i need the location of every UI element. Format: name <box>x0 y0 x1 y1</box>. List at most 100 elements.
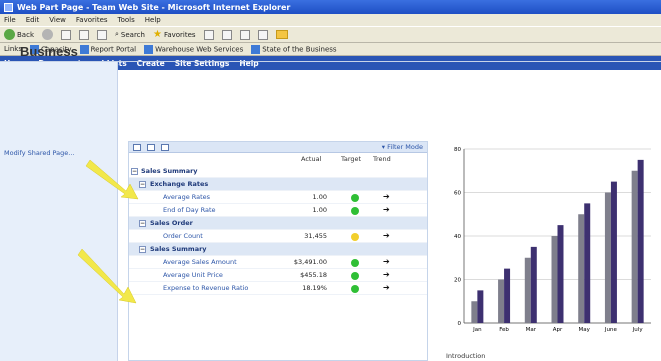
x-tick-label: Feb <box>499 327 509 333</box>
modify-shared-page-link[interactable]: Modify Shared Page... <box>4 149 75 157</box>
status-green-icon <box>351 194 359 202</box>
scorecard-webpart: ▾ Filter Mode Actual Target Trend − Sale… <box>128 141 428 361</box>
kpi-row[interactable]: Average Sales Amount $3,491.00 ➔ <box>129 256 427 269</box>
col-trend: Trend <box>373 155 391 163</box>
bar-july-series-1 <box>631 170 638 323</box>
group-sales-summary[interactable]: − Sales Summary <box>129 243 427 256</box>
kpi-row[interactable]: Average Unit Price $455.18 ➔ <box>129 269 427 282</box>
trend-arrow-icon: ➔ <box>383 283 390 292</box>
x-tick-label: July <box>632 327 644 333</box>
kpi-row[interactable]: Order Count 31,455 ➔ <box>129 230 427 243</box>
page-icon <box>251 44 261 54</box>
menu-tools[interactable]: Tools <box>118 16 135 24</box>
ie-app-icon <box>4 2 13 12</box>
left-nav-pane: Modify Shared Page... <box>0 62 118 361</box>
trend-arrow-icon: ➔ <box>383 205 390 214</box>
favorites-button[interactable]: ★ Favorites <box>153 29 196 40</box>
group-sales-order[interactable]: − Sales Order <box>129 217 427 230</box>
link-warehouse-web-services[interactable]: Warehouse Web Services <box>144 44 243 54</box>
trend-arrow-icon: ➔ <box>383 231 390 240</box>
bar-feb-series-2 <box>504 268 511 323</box>
bar-chart-svg: 0 20 40 60 80 Jan Feb Mar Apr May June July <box>454 147 651 333</box>
expand-all-icon[interactable] <box>133 143 141 151</box>
filter-mode-button[interactable]: ▾ Filter Mode <box>382 143 423 151</box>
collapse-icon[interactable]: − <box>139 181 146 188</box>
history-icon[interactable] <box>221 29 232 40</box>
y-tick-label: 40 <box>454 234 461 240</box>
y-tick-label: 80 <box>454 147 461 153</box>
bar-july-series-2 <box>637 159 644 323</box>
x-tick-label: May <box>579 327 591 333</box>
indent-icon[interactable] <box>161 143 169 151</box>
x-tick-label: Mar <box>526 327 537 333</box>
bar-apr-series-2 <box>557 225 564 323</box>
mail-icon[interactable] <box>239 29 250 40</box>
bar-may-series-1 <box>578 214 585 323</box>
back-arrow-icon <box>4 29 15 40</box>
x-tick-label: Apr <box>553 327 563 333</box>
collapse-icon[interactable]: − <box>131 168 138 175</box>
group-exchange-rates[interactable]: − Exchange Rates <box>129 178 427 191</box>
menu-help[interactable]: Help <box>145 16 161 24</box>
menu-view[interactable]: View <box>49 16 66 24</box>
print-icon[interactable] <box>257 29 268 40</box>
trend-arrow-icon: ➔ <box>383 257 390 266</box>
search-icon: ⌕ <box>115 30 119 38</box>
back-button[interactable]: Back <box>4 29 34 40</box>
links-bar: Links Capacity Report Portal Warehouse W… <box>0 43 661 56</box>
search-button[interactable]: ⌕ Search <box>115 30 145 39</box>
bar-mar-series-1 <box>524 257 531 323</box>
bar-apr-series-1 <box>551 236 558 323</box>
nav-help[interactable]: Help <box>239 59 258 68</box>
scorecard-column-headers: Actual Target Trend <box>129 153 427 165</box>
row-sales-summary-root[interactable]: − Sales Summary <box>129 165 427 178</box>
nav-site-settings[interactable]: Site Settings <box>175 59 230 68</box>
bar-jan-series-1 <box>471 301 478 323</box>
page-title: Business <box>20 44 78 59</box>
refresh-icon[interactable] <box>79 29 89 40</box>
home-icon[interactable] <box>97 29 107 40</box>
menu-edit[interactable]: Edit <box>26 16 40 24</box>
kpi-row[interactable]: End of Day Rate 1.00 ➔ <box>129 204 427 217</box>
x-tick-label: June <box>604 327 618 333</box>
menu-bar: File Edit View Favorites Tools Help <box>0 14 661 26</box>
window-titlebar: Web Part Page - Team Web Site - Microsof… <box>0 0 661 14</box>
link-report-portal[interactable]: Report Portal <box>79 44 136 54</box>
bar-jan-series-2 <box>477 290 484 323</box>
status-green-icon <box>351 207 359 215</box>
browser-toolbar: Back ⌕ Search ★ Favorites <box>0 26 661 43</box>
status-green-icon <box>351 259 359 267</box>
window-title: Web Part Page - Team Web Site - Microsof… <box>17 2 291 12</box>
collapse-icon[interactable]: − <box>139 246 146 253</box>
forward-button[interactable] <box>42 29 53 40</box>
x-tick-label: Jan <box>472 327 482 333</box>
introduction-heading: Introduction <box>446 352 486 360</box>
page-icon <box>144 44 154 54</box>
status-yellow-icon <box>351 233 359 241</box>
status-green-icon <box>351 272 359 280</box>
col-target: Target <box>341 155 362 163</box>
favorites-star-icon: ★ <box>152 29 162 40</box>
collapse-all-icon[interactable] <box>147 143 155 151</box>
bar-may-series-2 <box>584 203 591 323</box>
bar-feb-series-1 <box>498 279 505 323</box>
link-state-of-business[interactable]: State of the Business <box>251 44 337 54</box>
folder-icon[interactable] <box>275 30 288 39</box>
menu-favorites[interactable]: Favorites <box>76 16 108 24</box>
kpi-row[interactable]: Expense to Revenue Ratio 18.19% ➔ <box>129 282 427 295</box>
page-icon <box>79 44 89 54</box>
col-actual: Actual <box>301 155 322 163</box>
y-tick-label: 20 <box>454 278 461 284</box>
menu-file[interactable]: File <box>4 16 16 24</box>
nav-create[interactable]: Create <box>137 59 165 68</box>
bar-mar-series-2 <box>530 246 537 323</box>
kpi-row[interactable]: Average Rates 1.00 ➔ <box>129 191 427 204</box>
stop-icon[interactable] <box>61 29 71 40</box>
y-tick-label: 0 <box>458 321 462 327</box>
collapse-icon[interactable]: − <box>139 220 146 227</box>
bar-june-series-2 <box>610 181 617 323</box>
y-tick-label: 60 <box>454 191 461 197</box>
media-icon[interactable] <box>203 29 214 40</box>
status-green-icon <box>351 285 359 293</box>
scorecard-toolbar: ▾ Filter Mode <box>129 142 427 153</box>
